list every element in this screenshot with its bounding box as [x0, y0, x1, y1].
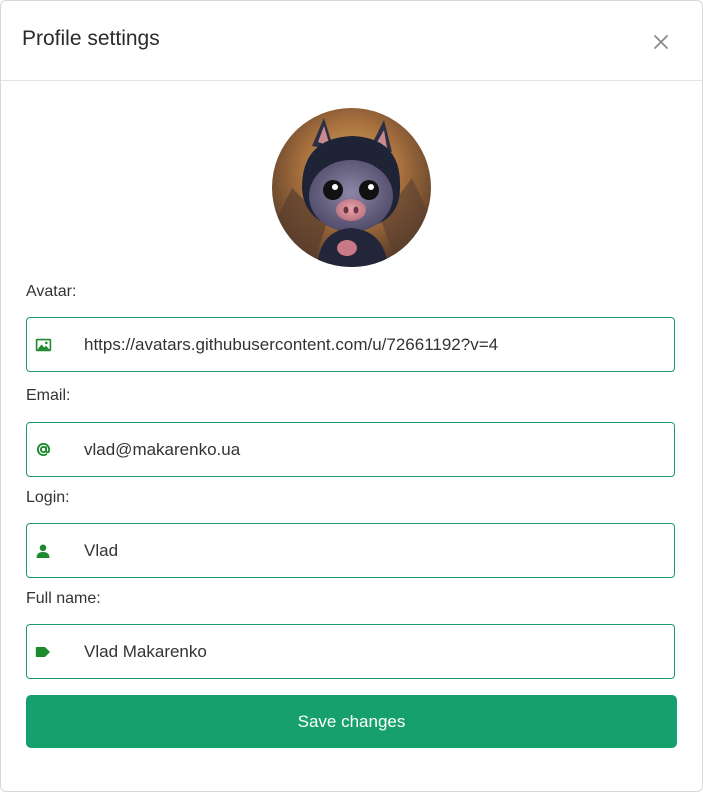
- profile-settings-modal: Profile settings Avatar: https://avatars…: [0, 0, 703, 792]
- modal-header: Profile settings: [1, 1, 702, 81]
- close-button[interactable]: [649, 30, 673, 54]
- avatar-field-label: Avatar:: [26, 283, 77, 300]
- email-input-row: [26, 422, 675, 477]
- modal-title: Profile settings: [22, 26, 160, 50]
- full-name-field-label: Full name:: [26, 590, 101, 607]
- at-icon: [15, 442, 71, 457]
- login-input-row: [26, 523, 675, 578]
- user-icon: [15, 544, 71, 558]
- email-field-label: Email:: [26, 387, 71, 404]
- avatar-url-input-row: [26, 317, 675, 372]
- image-icon: [15, 338, 71, 352]
- avatar-preview-wrap: [1, 108, 702, 267]
- tag-icon: [15, 646, 71, 658]
- full-name-input-row: [26, 624, 675, 679]
- avatar-url-input[interactable]: [84, 318, 674, 371]
- email-input[interactable]: [84, 423, 674, 476]
- close-icon: [654, 34, 668, 49]
- profile-form: Avatar: Email: Login:: [1, 283, 702, 748]
- full-name-input[interactable]: [84, 625, 674, 678]
- login-input[interactable]: [84, 524, 674, 577]
- save-changes-button[interactable]: Save changes: [26, 695, 677, 748]
- login-field-label: Login:: [26, 489, 70, 506]
- avatar: [272, 108, 431, 267]
